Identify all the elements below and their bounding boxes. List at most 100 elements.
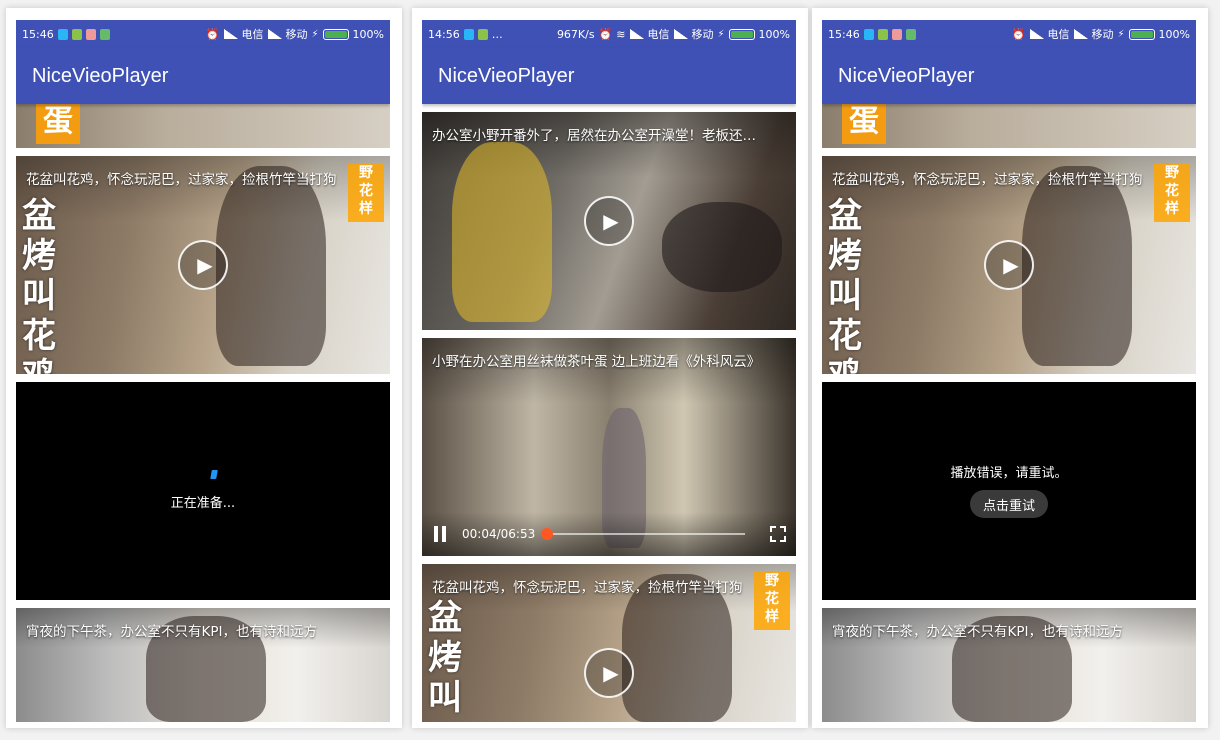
signal-icon [267,29,282,39]
video-card[interactable]: 蛋 [16,104,390,148]
video-title: 办公室小野开番外了，居然在办公室开澡堂！老板还… [432,128,756,144]
seek-bar[interactable] [541,528,746,540]
carrier-label: 移动 [691,28,714,41]
carrier-label: 移动 [1091,28,1114,41]
video-title: 花盆叫花鸡，怀念玩泥巴，过家家，捡根竹竿当打狗 [26,172,337,188]
video-title: 宵夜的下午茶，办公室不只有KPI，也有诗和远方 [832,624,1123,640]
app-bar: NiceVieoPlayer [822,48,1196,104]
notification-icon [57,28,68,40]
battery-level: 100% [352,27,384,41]
video-list[interactable]: 蛋 花盆叫花鸡，怀念玩泥巴，过家家，捡根竹竿当打狗 野花样 盆 烤 叫 花 鸡 … [822,104,1196,722]
poster-char: 鸡 [22,356,56,374]
poster-char: 叫 [428,678,462,718]
video-card[interactable]: 花盆叫花鸡，怀念玩泥巴，过家家，捡根竹竿当打狗 野花样 盆 烤 叫 花 鸡 ▶ [822,156,1196,374]
person-figure [1022,166,1132,366]
fullscreen-icon[interactable] [770,526,786,542]
poster-char: 蛋 [842,104,886,144]
poster-char: 盆 [22,196,56,236]
play-icon[interactable]: ▶ [178,240,228,290]
signal-icon [673,29,688,39]
phone-screen-1: 15:46 ⏰ 电信 移动 ⚡ 100% NiceVieoPlayer 蛋 花盆… [6,8,402,728]
video-card[interactable]: 宵夜的下午茶，办公室不只有KPI，也有诗和远方 [16,608,390,722]
notification-icon [905,28,916,40]
clock: 14:56 [428,27,460,41]
signal-icon [223,29,238,39]
app-title: NiceVieoPlayer [32,64,169,87]
battery-icon [322,28,349,40]
notification-icon [477,28,488,40]
notification-icon [463,28,474,40]
play-icon[interactable]: ▶ [984,240,1034,290]
video-title: 宵夜的下午茶，办公室不只有KPI，也有诗和远方 [26,624,317,640]
video-card[interactable]: 正在准备... [16,382,390,600]
poster-char: 盆 [428,598,462,638]
video-card[interactable]: 播放错误，请重试。 点击重试 [822,382,1196,600]
video-card[interactable]: 宵夜的下午茶，办公室不只有KPI，也有诗和远方 [822,608,1196,722]
status-bar: 15:46 ⏰ 电信 移动 ⚡ 100% [16,20,390,48]
alarm-icon: ⏰ [598,27,613,41]
app-title: NiceVieoPlayer [838,64,975,87]
app-bar: NiceVieoPlayer [16,48,390,104]
video-card[interactable]: 办公室小野开番外了，居然在办公室开澡堂！老板还… ▶ [422,112,796,330]
video-title: 小野在办公室用丝袜做茶叶蛋 边上班边看《外科风云》 [432,354,761,370]
battery-level: 100% [758,27,790,41]
battery-icon [728,28,755,40]
video-card[interactable]: 小野在办公室用丝袜做茶叶蛋 边上班边看《外科风云》 00:04/06:53 [422,338,796,556]
video-card[interactable]: 花盆叫花鸡，怀念玩泥巴，过家家，捡根竹竿当打狗 野花样 盆 烤 叫 ▶ [422,564,796,722]
video-card[interactable]: 花盆叫花鸡，怀念玩泥巴，过家家，捡根竹竿当打狗 野花样 盆 烤 叫 花 鸡 ▶ [16,156,390,374]
pause-icon[interactable] [432,526,448,542]
alarm-icon: ⏰ [205,27,220,41]
charging-icon: ⚡ [311,28,319,40]
play-icon[interactable]: ▶ [584,648,634,698]
clock: 15:46 [22,27,54,41]
poster-char: 花 [828,316,862,356]
video-card[interactable]: 蛋 [822,104,1196,148]
battery-level: 100% [1158,27,1190,41]
loading-icon [210,470,218,479]
notification-icon [891,28,902,40]
poster-char: 鸡 [828,356,862,374]
phone-screen-3: 15:46 ⏰ 电信 移动 ⚡ 100% NiceVieoPlayer 蛋 花盆… [812,8,1208,728]
seek-thumb[interactable] [541,528,554,540]
preparing-text: 正在准备... [170,496,236,511]
poster-char: 烤 [22,236,56,276]
retry-button[interactable]: 点击重试 [970,490,1048,518]
signal-icon [1029,29,1044,39]
app-title: NiceVieoPlayer [438,64,575,87]
battery-icon [1128,28,1155,40]
video-list[interactable]: 蛋 花盆叫花鸡，怀念玩泥巴，过家家，捡根竹竿当打狗 野花样 盆 烤 叫 花 鸡 … [16,104,390,722]
status-bar: 15:46 ⏰ 电信 移动 ⚡ 100% [822,20,1196,48]
signal-icon [629,29,644,39]
screenshot-collage: 15:46 ⏰ 电信 移动 ⚡ 100% NiceVieoPlayer 蛋 花盆… [0,0,1220,740]
wifi-icon: ≋ [616,27,626,41]
signal-icon [1073,29,1088,39]
poster-char: 烤 [428,638,462,678]
player-controls: 00:04/06:53 [422,512,796,556]
poster-char: 蛋 [36,104,80,144]
playback-time: 00:04/06:53 [462,527,536,541]
video-title: 花盆叫花鸡，怀念玩泥巴，过家家，捡根竹竿当打狗 [832,172,1143,188]
charging-icon: ⚡ [717,28,725,40]
notification-icon [99,28,110,40]
carrier-label: 电信 [1047,28,1070,41]
screen: 15:46 ⏰ 电信 移动 ⚡ 100% NiceVieoPlayer 蛋 花盆… [16,20,390,722]
poster-char: 叫 [828,276,862,316]
person-figure [216,166,326,366]
status-bar: 14:56 … 967K/s ⏰ ≋ 电信 移动 ⚡ 100% [422,20,796,48]
network-speed: 967K/s [556,27,595,41]
video-list[interactable]: 办公室小野开番外了，居然在办公室开澡堂！老板还… ▶ 小野在办公室用丝袜做茶叶蛋… [422,104,796,722]
person-figure [622,574,732,722]
notification-icon [863,28,874,40]
carrier-label: 移动 [285,28,308,41]
person-figure [452,142,552,322]
play-icon[interactable]: ▶ [584,196,634,246]
clock: 15:46 [828,27,860,41]
alarm-icon: ⏰ [1011,27,1026,41]
notification-icon [877,28,888,40]
app-bar: NiceVieoPlayer [422,48,796,104]
notification-icon [85,28,96,40]
poster-char: 叫 [22,276,56,316]
video-title: 花盆叫花鸡，怀念玩泥巴，过家家，捡根竹竿当打狗 [432,580,743,596]
error-message: 播放错误，请重试。 [950,466,1068,481]
carrier-label: 电信 [647,28,670,41]
